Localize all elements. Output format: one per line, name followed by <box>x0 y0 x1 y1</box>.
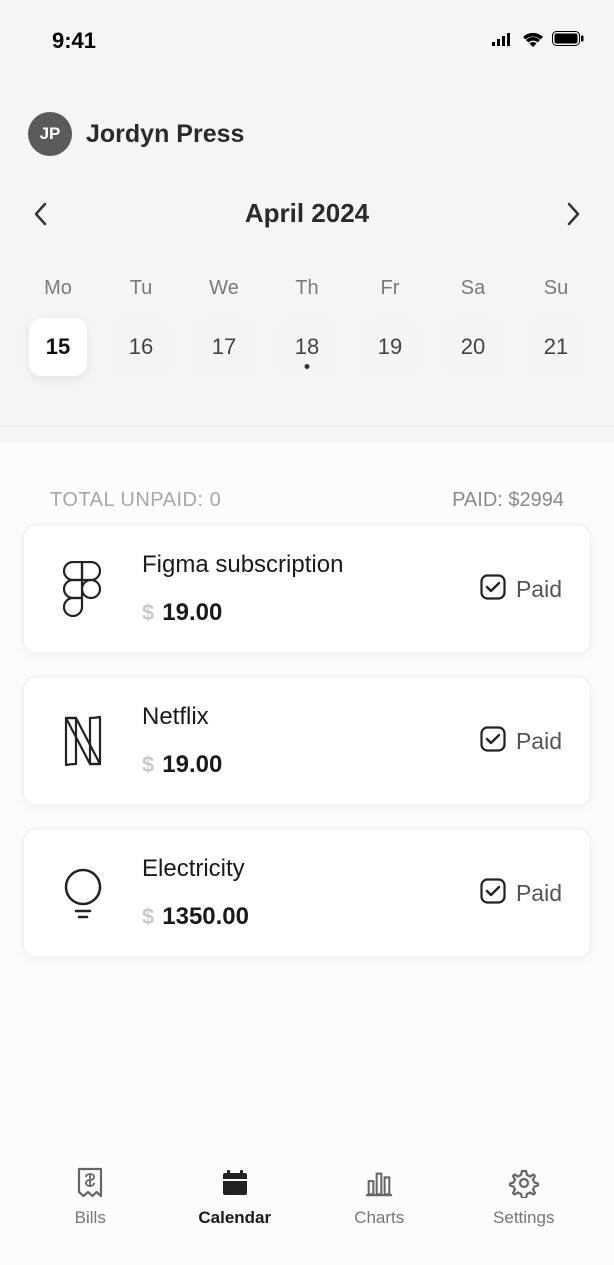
bill-status: Paid <box>480 878 562 909</box>
gear-icon <box>509 1168 539 1198</box>
bill-amount: $ 19.00 <box>142 751 452 779</box>
battery-icon <box>552 31 584 51</box>
bill-currency: $ <box>142 600 154 626</box>
bill-status-text: Paid <box>516 728 562 755</box>
bill-info: Figma subscription $ 19.00 <box>142 551 452 627</box>
day-abbr: Tu <box>130 277 153 300</box>
profile-name: Jordyn Press <box>86 120 244 149</box>
bill-amount: $ 19.00 <box>142 599 452 627</box>
bill-status: Paid <box>480 726 562 757</box>
status-icons <box>492 31 584 52</box>
bill-amount: $ 1350.00 <box>142 903 452 931</box>
day-abbr: Fr <box>381 277 400 300</box>
day-cell[interactable]: 16 <box>112 318 170 376</box>
check-icon <box>480 726 506 757</box>
wifi-icon <box>522 31 544 52</box>
bill-value: 19.00 <box>162 599 222 627</box>
month-navigation: April 2024 <box>0 156 614 229</box>
day-col: Fr 19 <box>360 277 420 376</box>
day-col: Sa 20 <box>443 277 503 376</box>
day-cell[interactable]: 18 <box>278 318 336 376</box>
day-cell[interactable]: 15 <box>29 318 87 376</box>
nav-label: Bills <box>75 1208 106 1228</box>
bill-currency: $ <box>142 752 154 778</box>
bill-name: Netflix <box>142 703 452 731</box>
bill-status-text: Paid <box>516 576 562 603</box>
bottom-nav: Bills Calendar Charts <box>0 1140 614 1265</box>
day-col: Su 21 <box>526 277 586 376</box>
nav-label: Charts <box>354 1208 404 1228</box>
day-dot-icon <box>305 364 310 369</box>
nav-bills[interactable]: Bills <box>40 1168 140 1228</box>
nav-settings[interactable]: Settings <box>474 1168 574 1228</box>
figma-icon <box>52 558 114 620</box>
nav-label: Calendar <box>198 1208 271 1228</box>
check-icon <box>480 574 506 605</box>
charts-icon <box>364 1168 394 1198</box>
status-time: 9:41 <box>52 28 96 54</box>
netflix-icon <box>52 710 114 772</box>
total-unpaid: TOTAL UNPAID: 0 <box>50 489 221 512</box>
totals-row: TOTAL UNPAID: 0 PAID: $2994 <box>0 426 614 512</box>
day-cell[interactable]: 20 <box>444 318 502 376</box>
bill-value: 1350.00 <box>162 903 249 931</box>
calendar-icon <box>220 1168 250 1198</box>
day-cell[interactable]: 21 <box>527 318 585 376</box>
bill-currency: $ <box>142 904 154 930</box>
day-col: We 17 <box>194 277 254 376</box>
bill-value: 19.00 <box>162 751 222 779</box>
next-month-button[interactable] <box>559 199 589 229</box>
bills-icon <box>75 1168 105 1198</box>
signal-icon <box>492 32 514 51</box>
bill-status: Paid <box>480 574 562 605</box>
bills-list: Figma subscription $ 19.00 Paid Netflix … <box>0 512 614 958</box>
bill-info: Netflix $ 19.00 <box>142 703 452 779</box>
bill-name: Electricity <box>142 855 452 883</box>
bill-card[interactable]: Electricity $ 1350.00 Paid <box>23 828 591 958</box>
day-abbr: Mo <box>44 277 72 300</box>
prev-month-button[interactable] <box>25 199 55 229</box>
nav-charts[interactable]: Charts <box>329 1168 429 1228</box>
day-abbr: Sa <box>461 277 485 300</box>
day-cell[interactable]: 19 <box>361 318 419 376</box>
day-col: Mo 15 <box>28 277 88 376</box>
week-row: Mo 15 Tu 16 We 17 Th 18 Fr 19 Sa 20 Su 2… <box>0 229 614 376</box>
bill-status-text: Paid <box>516 880 562 907</box>
month-title: April 2024 <box>245 198 369 229</box>
nav-label: Settings <box>493 1208 554 1228</box>
nav-calendar[interactable]: Calendar <box>185 1168 285 1228</box>
day-col: Th 18 <box>277 277 337 376</box>
bill-info: Electricity $ 1350.00 <box>142 855 452 931</box>
avatar: JP <box>28 112 72 156</box>
day-abbr: We <box>209 277 239 300</box>
day-cell[interactable]: 17 <box>195 318 253 376</box>
day-abbr: Th <box>295 277 318 300</box>
bill-name: Figma subscription <box>142 551 452 579</box>
check-icon <box>480 878 506 909</box>
bill-card[interactable]: Netflix $ 19.00 Paid <box>23 676 591 806</box>
status-bar: 9:41 <box>0 0 614 64</box>
day-abbr: Su <box>544 277 568 300</box>
profile-section[interactable]: JP Jordyn Press <box>0 64 614 156</box>
day-col: Tu 16 <box>111 277 171 376</box>
bulb-icon <box>52 862 114 924</box>
total-paid: PAID: $2994 <box>452 489 564 512</box>
bill-card[interactable]: Figma subscription $ 19.00 Paid <box>23 524 591 654</box>
